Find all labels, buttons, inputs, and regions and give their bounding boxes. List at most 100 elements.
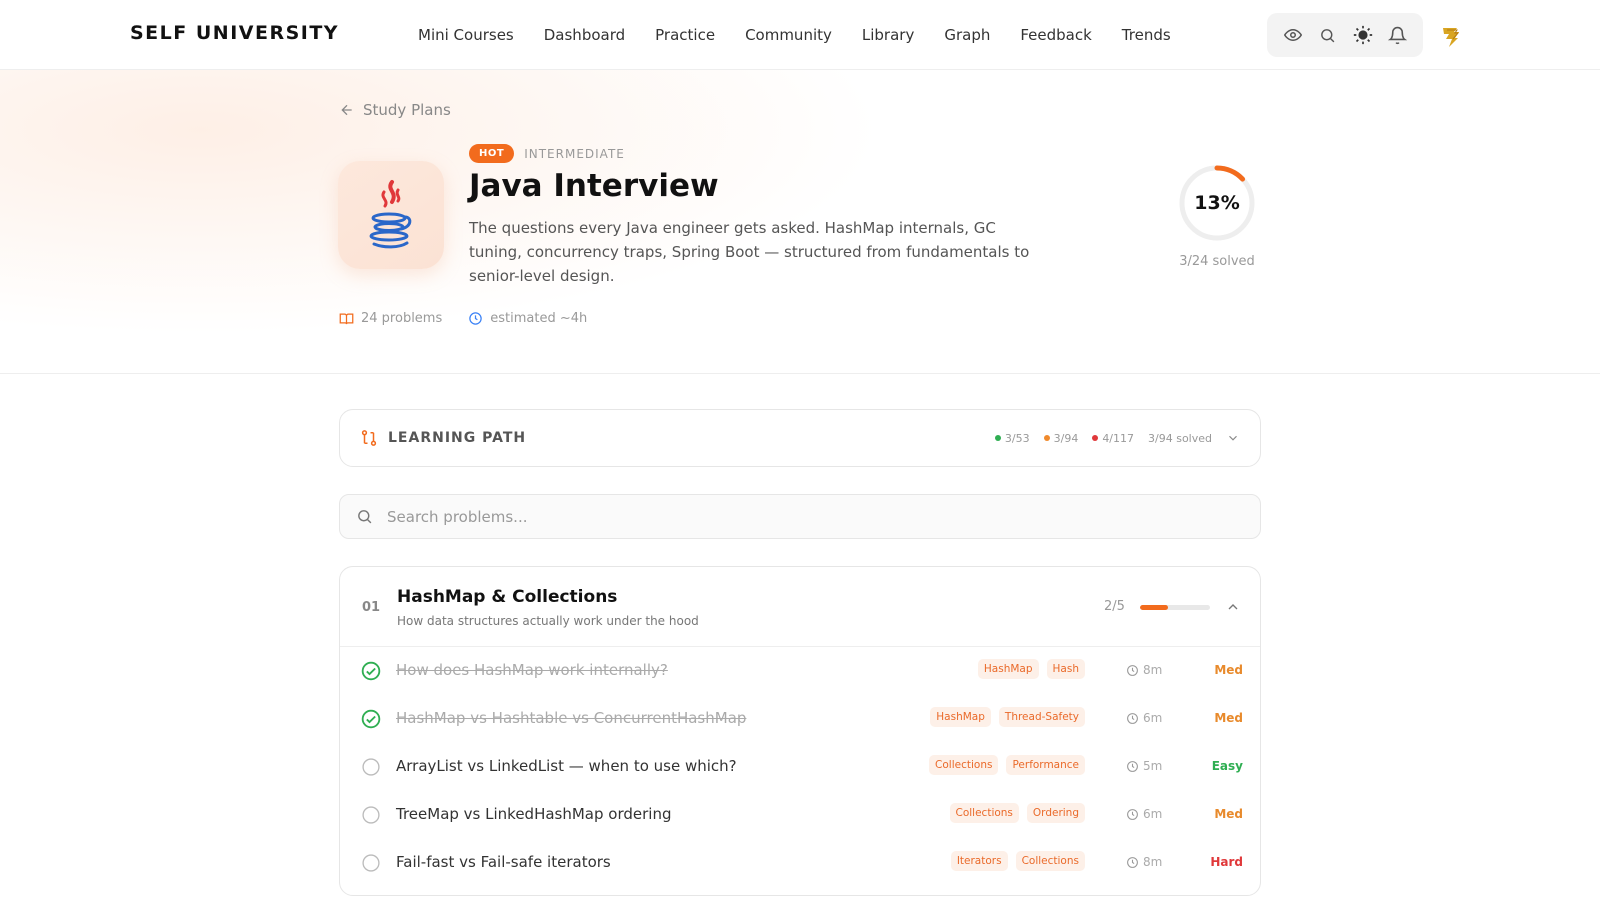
difficulty-label: Hard <box>1210 855 1243 869</box>
difficulty-label: Med <box>1214 807 1243 821</box>
nav-feedback[interactable]: Feedback <box>1020 26 1091 44</box>
breadcrumb-label: Study Plans <box>363 101 451 119</box>
problem-tag[interactable]: Iterators <box>950 851 1008 871</box>
nav-graph[interactable]: Graph <box>944 26 990 44</box>
problem-tag[interactable]: Performance <box>1006 755 1085 775</box>
progress-percent: 13% <box>1194 192 1240 214</box>
time-estimate-label: estimated ~4h <box>490 311 588 326</box>
course-badges: HOT INTERMEDIATE <box>469 144 625 163</box>
nav-mini-courses[interactable]: Mini Courses <box>418 26 514 44</box>
sun-icon[interactable] <box>1351 23 1375 47</box>
problem-time-label: 6m <box>1143 711 1163 725</box>
book-icon <box>339 313 354 325</box>
problem-tag[interactable]: Thread-Safety <box>998 707 1085 727</box>
problem-tag[interactable]: HashMap <box>930 707 991 727</box>
bell-icon[interactable] <box>1386 23 1410 47</box>
problem-title[interactable]: Fail-fast vs Fail-safe iterators <box>396 853 611 871</box>
problem-time: 8m <box>1126 663 1162 677</box>
nav-practice[interactable]: Practice <box>655 26 715 44</box>
problem-row[interactable]: HashMap vs Hashtable vs ConcurrentHashMa… <box>340 695 1260 743</box>
learning-path-toggle[interactable]: LEARNING PATH 3/53 3/94 4/117 3/94 solve… <box>339 409 1261 467</box>
easy-stat: 3/53 <box>994 431 1030 445</box>
problem-tag[interactable]: Collections <box>949 803 1019 823</box>
problem-tags: Collections Ordering <box>949 803 1085 823</box>
medium-stat-value: 3/94 <box>1053 431 1079 445</box>
course-description: The questions every Java engineer gets a… <box>469 219 1030 285</box>
top-navigation-bar: SELF UNIVERSITY Mini Courses Dashboard P… <box>0 0 1600 70</box>
chevron-down-icon[interactable] <box>1226 431 1240 445</box>
medium-stat: 3/94 <box>1043 431 1079 445</box>
problem-title[interactable]: TreeMap vs LinkedHashMap ordering <box>396 805 671 823</box>
nav-trends[interactable]: Trends <box>1122 26 1171 44</box>
problem-time: 6m <box>1126 711 1162 725</box>
chevron-up-icon[interactable] <box>1225 599 1241 615</box>
course-meta: 24 problems estimated ~4h <box>339 311 587 326</box>
problem-time-label: 5m <box>1143 759 1163 773</box>
problem-tag[interactable]: Collections <box>1015 851 1085 871</box>
difficulty-label: Med <box>1214 711 1243 725</box>
empty-circle-icon[interactable] <box>361 805 381 825</box>
problem-tag[interactable]: Collections <box>929 755 999 775</box>
empty-circle-icon[interactable] <box>361 853 381 873</box>
java-logo-icon <box>338 161 444 269</box>
hard-stat-value: 4/117 <box>1102 431 1135 445</box>
problem-time: 6m <box>1126 807 1162 821</box>
problem-tags: HashMap Thread-Safety <box>930 707 1085 727</box>
section-card: 01 HashMap & Collections How data struct… <box>339 566 1261 896</box>
problem-row[interactable]: How does HashMap work internally? HashMap… <box>340 647 1260 695</box>
clock-icon <box>469 312 482 325</box>
user-avatar-icon[interactable] <box>1438 22 1464 48</box>
search-problems-input[interactable] <box>387 507 1244 526</box>
medium-dot <box>1043 435 1050 441</box>
level-label: INTERMEDIATE <box>524 146 625 161</box>
section-count: 2/5 <box>1104 599 1125 614</box>
toolbar-actions <box>1267 13 1423 57</box>
learning-path-solved: 3/94 solved <box>1148 431 1212 445</box>
search-bar <box>339 494 1261 539</box>
section-header[interactable]: 01 HashMap & Collections How data struct… <box>340 567 1260 647</box>
problem-tag[interactable]: Ordering <box>1026 803 1085 823</box>
problem-title[interactable]: How does HashMap work internally? <box>396 661 668 679</box>
problem-row[interactable]: ArrayList vs LinkedList — when to use wh… <box>340 743 1260 791</box>
search-icon <box>358 510 372 524</box>
section-progress-bar <box>1140 605 1210 610</box>
problem-tags: Collections Performance <box>929 755 1085 775</box>
section-subtitle: How data structures actually work under … <box>397 614 699 628</box>
problem-time: 8m <box>1126 855 1162 869</box>
easy-stat-value: 3/53 <box>1004 431 1030 445</box>
search-icon[interactable] <box>1316 23 1340 47</box>
brand-logo[interactable]: SELF UNIVERSITY <box>130 22 339 44</box>
solved-count: 3/24 solved <box>1179 254 1255 269</box>
check-circle-icon[interactable] <box>361 661 381 681</box>
nav-dashboard[interactable]: Dashboard <box>544 26 625 44</box>
problem-tags: Iterators Collections <box>950 851 1085 871</box>
route-icon <box>361 430 377 446</box>
problem-count-label: 24 problems <box>361 311 443 326</box>
hard-stat: 4/117 <box>1092 432 1134 445</box>
arrow-left-icon <box>341 104 352 116</box>
problem-time-label: 8m <box>1143 855 1163 869</box>
problem-time: 5m <box>1126 759 1162 773</box>
section-title: HashMap & Collections <box>397 587 618 607</box>
page-title: Java Interview <box>469 168 719 204</box>
nav-community[interactable]: Community <box>745 26 832 44</box>
check-circle-icon[interactable] <box>361 709 381 729</box>
clock-icon <box>1127 760 1138 772</box>
easy-dot <box>994 435 1001 441</box>
nav-library[interactable]: Library <box>862 26 914 44</box>
problem-row[interactable]: TreeMap vs LinkedHashMap ordering Collect… <box>340 791 1260 839</box>
problem-row[interactable]: Fail-fast vs Fail-safe iterators Iterator… <box>340 839 1260 887</box>
problem-title[interactable]: HashMap vs Hashtable vs ConcurrentHashMa… <box>396 709 746 727</box>
learning-path-title: LEARNING PATH <box>388 430 527 446</box>
back-to-study-plans[interactable]: Study Plans <box>339 101 451 119</box>
problem-time-label: 8m <box>1143 663 1163 677</box>
problem-tag[interactable]: Hash <box>1046 659 1085 679</box>
section-number: 01 <box>362 600 381 615</box>
eye-icon[interactable] <box>1281 23 1305 47</box>
problem-time-label: 6m <box>1143 807 1163 821</box>
problem-title[interactable]: ArrayList vs LinkedList — when to use wh… <box>396 757 737 775</box>
main-nav: Mini Courses Dashboard Practice Communit… <box>418 0 1201 70</box>
hard-dot <box>1092 435 1099 441</box>
problem-tag[interactable]: HashMap <box>977 659 1039 679</box>
empty-circle-icon[interactable] <box>361 757 381 777</box>
